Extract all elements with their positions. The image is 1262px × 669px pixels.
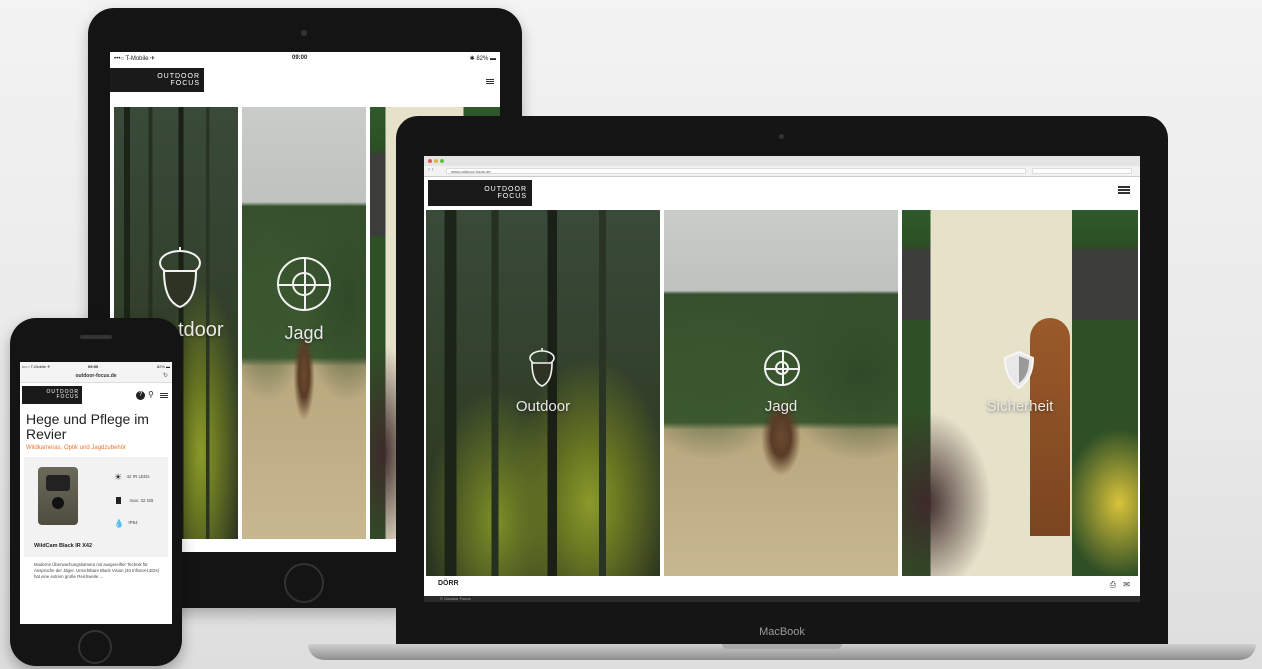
wildcam-image [38, 467, 78, 525]
print-icon[interactable]: ⎙ [1110, 580, 1116, 590]
browser-search-field[interactable] [1032, 168, 1132, 174]
product-card[interactable]: ☀ 42 IR LEDs max. 32 GB 💧 IP54 WildCam B… [24, 457, 168, 557]
phone-speaker [80, 335, 112, 339]
tablet-panel-jagd[interactable]: Jagd [242, 107, 366, 539]
logo-line-2: FOCUS [170, 80, 200, 87]
laptop-menu-icon[interactable] [1118, 186, 1130, 194]
sun-icon: ☀ [114, 472, 123, 482]
laptop-camera [779, 134, 784, 139]
status-time: 09:00 [88, 364, 99, 369]
phone-device: ••○○ T-Mobile ✈ 09:00 82% ▬ outdoor-focu… [10, 318, 182, 666]
tablet-home-button[interactable] [284, 563, 324, 603]
spec-text: max. 32 GB [129, 498, 154, 503]
browser-toolbar: ‹ › www.outdoor-focus.de [424, 166, 1140, 177]
spec-text: IP54 [128, 520, 138, 525]
tablet-status-bar: •••○ T-Mobile ✈ 09:00 ✱ 82% ▬ [110, 52, 500, 64]
status-carrier: ••○○ T-Mobile ✈ [22, 364, 51, 369]
spec-row-2: max. 32 GB [114, 491, 153, 509]
laptop-panel-sicherheit[interactable]: Sicherheit [902, 210, 1138, 576]
reload-icon[interactable]: ↻ [163, 372, 168, 379]
phone-home-button[interactable] [78, 630, 112, 664]
laptop-device: ‹ › www.outdoor-focus.de OUTDOOR FOCUS O… [396, 116, 1168, 646]
help-icon[interactable]: ? [136, 391, 145, 400]
logo-line-2: FOCUS [497, 193, 527, 200]
crosshair-icon [277, 257, 331, 311]
browser-titlebar [424, 156, 1140, 166]
copyright-text: © Outdoor Focus [440, 596, 471, 601]
panel-label: Sicherheit [986, 398, 1054, 415]
tablet-logo[interactable]: OUTDOOR FOCUS [110, 68, 204, 92]
tablet-camera [301, 30, 307, 36]
product-description: Moderne Überwachungskamera mit ausgereif… [34, 562, 160, 579]
panel-label: Outdoor [515, 398, 571, 415]
panel-label: Jagd [764, 398, 798, 415]
acorn-icon [157, 247, 203, 314]
laptop-base [308, 644, 1256, 660]
close-window-button[interactable] [428, 159, 432, 163]
shield-icon [1002, 350, 1036, 395]
spec-row-1: ☀ 42 IR LEDs [114, 467, 150, 485]
logo-line-1: OUTDOOR [484, 186, 527, 193]
crosshair-icon [764, 350, 800, 386]
panel-label: Jagd [284, 323, 324, 343]
maximize-window-button[interactable] [440, 159, 444, 163]
sd-card-icon [116, 497, 121, 504]
laptop-panel-jagd[interactable]: Jagd [664, 210, 898, 576]
laptop-logo[interactable]: OUTDOOR FOCUS [428, 180, 532, 206]
laptop-notch [722, 644, 842, 649]
tablet-menu-icon[interactable] [486, 79, 494, 84]
search-icon[interactable]: ⚲ [148, 390, 154, 399]
product-title[interactable]: WildCam Black IR X42 [34, 543, 92, 549]
phone-screen: ••○○ T-Mobile ✈ 09:00 82% ▬ outdoor-focu… [20, 362, 172, 624]
drop-icon: 💧 [114, 519, 124, 528]
acorn-icon [528, 348, 556, 393]
logo-line-1: OUTDOOR [157, 73, 200, 80]
brand-logo[interactable]: DÖRR [438, 580, 459, 587]
phone-menu-icon[interactable] [160, 393, 168, 398]
page-subline: Wildkameras, Optik und Jagdzubehör [26, 445, 127, 451]
status-carrier: •••○ T-Mobile ✈ [114, 56, 156, 62]
status-battery: 82% ▬ [156, 364, 170, 369]
mail-icon[interactable]: ✉ [1123, 580, 1130, 589]
status-battery: ✱ 82% ▬ [469, 56, 496, 62]
minimize-window-button[interactable] [434, 159, 438, 163]
copyright-bar: © Outdoor Focus [424, 596, 1140, 602]
laptop-model-label: MacBook [759, 626, 805, 638]
page-headline: Hege und Pflege im Revier [26, 411, 149, 442]
spec-text: 42 IR LEDs [126, 474, 150, 479]
phone-address-bar[interactable]: outdoor-focus.de [20, 370, 172, 383]
phone-status-bar: ••○○ T-Mobile ✈ 09:00 82% ▬ [20, 362, 172, 370]
phone-logo[interactable]: OUTDOOR FOCUS [22, 386, 82, 404]
laptop-screen: ‹ › www.outdoor-focus.de OUTDOOR FOCUS O… [424, 156, 1140, 602]
spec-row-3: 💧 IP54 [114, 513, 138, 531]
logo-line-2: FOCUS [56, 394, 79, 400]
address-bar[interactable]: www.outdoor-focus.de [446, 168, 1026, 174]
laptop-panel-outdoor[interactable]: Outdoor [426, 210, 660, 576]
status-time: 09:00 [292, 55, 308, 61]
hut-door [1030, 318, 1070, 536]
back-arrow-icon[interactable]: ‹ › [428, 167, 434, 173]
